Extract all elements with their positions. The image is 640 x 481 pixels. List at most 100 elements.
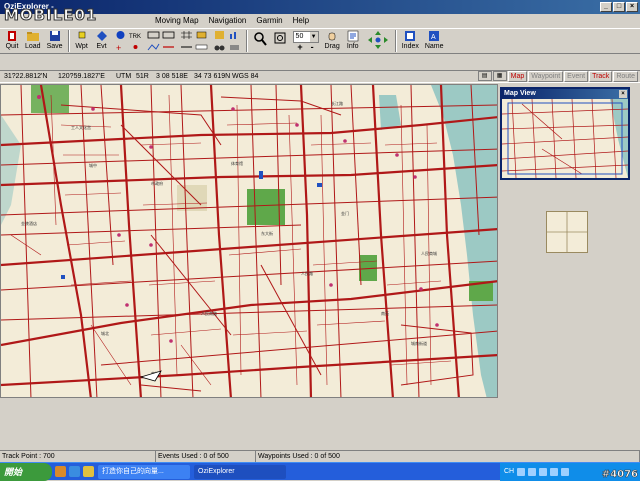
tray-icon[interactable]: [539, 467, 548, 476]
taskbar-item-browser[interactable]: 打造你自己的向量...: [98, 464, 190, 479]
chart-icon[interactable]: [228, 30, 241, 40]
zoom-step-buttons: + -: [297, 43, 313, 52]
name-label: Name: [424, 43, 444, 50]
map-view-close-button[interactable]: ×: [619, 90, 627, 98]
layers-tool-icon[interactable]: [195, 30, 208, 40]
event-label: Evt: [96, 43, 107, 50]
tray-icon[interactable]: [561, 467, 570, 476]
book-icon[interactable]: [213, 30, 226, 40]
load-button[interactable]: Load: [22, 29, 44, 53]
pointer-dot-icon[interactable]: [129, 42, 142, 52]
tool-grid-2: [145, 29, 178, 54]
menu-navigation[interactable]: Navigation: [204, 14, 252, 28]
index-button[interactable]: Index: [399, 29, 422, 53]
svg-text:工人文化宫: 工人文化宫: [71, 124, 91, 130]
zoom-plus-button[interactable]: +: [297, 43, 302, 52]
pointer-plus-icon[interactable]: +: [114, 42, 127, 52]
zoom-in-button[interactable]: [250, 29, 270, 53]
load-label: Load: [25, 43, 41, 50]
line-tool-icon[interactable]: [147, 30, 160, 40]
quicklaunch-ie-icon[interactable]: [55, 466, 66, 477]
tab-waypoint[interactable]: Waypoint: [528, 71, 564, 82]
svg-text:南苑: 南苑: [381, 310, 389, 316]
menu-help[interactable]: Help: [288, 14, 314, 28]
grid-tool-icon[interactable]: [180, 30, 193, 40]
chevron-down-icon: ▼: [309, 32, 318, 42]
start-button[interactable]: 開始: [0, 462, 52, 481]
map-select-icon[interactable]: [114, 30, 127, 40]
info-icon: [347, 30, 358, 42]
tool-grid-4: [211, 29, 244, 54]
close-button[interactable]: ×: [626, 2, 638, 12]
events-status: Events Used : 0 of 500: [156, 451, 256, 462]
map-label: 长江路: [331, 100, 343, 106]
info-button[interactable]: Info: [343, 29, 363, 53]
map-view-title: Map View: [504, 90, 536, 97]
tool-grid-1: TRK +: [112, 29, 145, 54]
direction-arrows-icon: [367, 31, 388, 49]
index-label: Index: [401, 43, 419, 50]
svg-text:+: +: [116, 43, 121, 52]
quicklaunch-desktop-icon[interactable]: [69, 466, 80, 477]
print-icon[interactable]: ▦: [492, 71, 507, 81]
maximize-button[interactable]: □: [613, 2, 625, 12]
event-button[interactable]: Evt: [92, 29, 112, 53]
binoculars-icon[interactable]: [213, 42, 226, 52]
trail-tool-icon[interactable]: [162, 42, 175, 52]
menu-moving-map[interactable]: Moving Map: [150, 14, 204, 28]
zoom-value: 50: [295, 33, 304, 40]
load-icon: [26, 32, 39, 41]
tab-map[interactable]: Map: [507, 71, 528, 82]
tray-icon[interactable]: [550, 467, 559, 476]
svg-text:人民路: 人民路: [301, 270, 313, 276]
name-button[interactable]: A Name: [422, 29, 447, 53]
tray-icon[interactable]: [517, 467, 526, 476]
print-icon[interactable]: [228, 42, 241, 52]
svg-text:城南街道: 城南街道: [411, 340, 427, 346]
quit-icon: [8, 31, 16, 41]
street-map: 工人文化宫城中市政府 体育馆金门人民路 城北 南苑城南街道 人民商城 金陵酒店 人…: [1, 85, 497, 397]
save-button[interactable]: Save: [44, 29, 66, 53]
longitude-readout: 120?59.1827'E: [58, 73, 105, 80]
track-icon[interactable]: TRK: [129, 30, 142, 40]
svg-text:金门: 金门: [341, 210, 349, 216]
map-label: 人民南路: [201, 310, 217, 316]
tray-icon[interactable]: [528, 467, 537, 476]
tab-event[interactable]: Event: [564, 71, 589, 82]
watermark-logo: MOBILE01: [3, 6, 98, 25]
quit-button[interactable]: Quit: [2, 29, 22, 53]
status-bar: Track Point : 700 Events Used : 0 of 500…: [0, 450, 640, 462]
zoom-minus-button[interactable]: -: [311, 43, 314, 52]
utm-label: UTM: [116, 73, 132, 80]
taskbar-item-oziexplorer[interactable]: OziExplorer: [194, 464, 286, 479]
save-image-icon[interactable]: ▤: [477, 71, 492, 81]
utm-northing: 34 73 619N: [194, 73, 231, 80]
map-view-title-bar: Map View ×: [502, 89, 628, 99]
zoom-fit-button[interactable]: [270, 29, 290, 53]
map-canvas[interactable]: 工人文化宫 城中 市政府 体育馆 金门 人民路 城北 南苑 城南街道 人民商城 金陵酒店 人…: [0, 84, 498, 398]
name-icon: A: [429, 31, 440, 41]
route-tool-icon[interactable]: [147, 42, 160, 52]
drag-button[interactable]: Drag: [322, 29, 343, 53]
tab-track[interactable]: Track: [589, 71, 613, 82]
ime-indicator[interactable]: CH: [504, 468, 514, 475]
menu-garmin[interactable]: Garmin: [251, 14, 287, 28]
ruler-tool-icon[interactable]: [195, 42, 208, 52]
navigate-button[interactable]: [363, 29, 393, 53]
quicklaunch-folder-icon[interactable]: [83, 466, 94, 477]
overview-map: [501, 98, 629, 179]
measure-tool-icon[interactable]: [180, 42, 193, 52]
zoom-select[interactable]: 50 ▼: [292, 31, 319, 43]
coordinate-bar: 31?22.8812'N 120?59.1827'E UTM 51R 3 08 …: [0, 70, 640, 83]
latitude-readout: 31?22.8812'N: [4, 73, 48, 80]
tab-route[interactable]: Route: [613, 71, 638, 82]
box-tool-icon[interactable]: [162, 30, 175, 40]
drag-label: Drag: [324, 43, 340, 50]
waypoint-button[interactable]: Wpt: [72, 29, 92, 53]
minimize-button[interactable]: _: [600, 2, 612, 12]
quadrant-grid-icon: [547, 212, 587, 252]
map-quadrant-navigator[interactable]: [546, 211, 588, 253]
quit-label: Quit: [5, 43, 19, 50]
track-point-status: Track Point : 700: [0, 451, 156, 462]
map-view-panel[interactable]: Map View ×: [500, 87, 630, 180]
